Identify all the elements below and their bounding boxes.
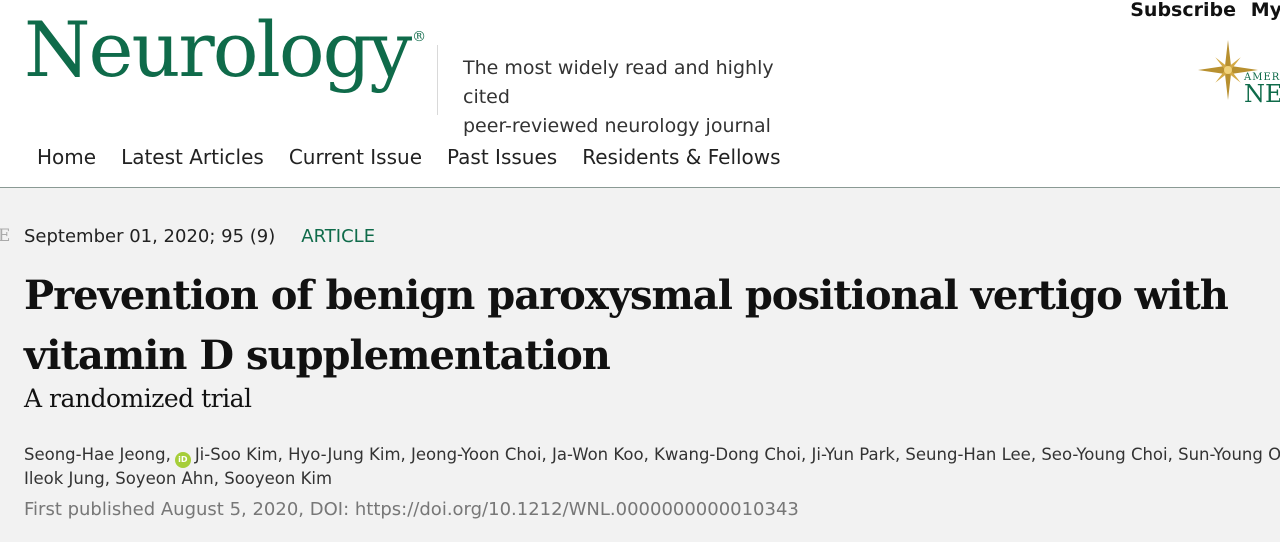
author-first[interactable]: Seong-Hae Jeong, [24, 445, 171, 464]
nav-past-issues[interactable]: Past Issues [447, 145, 557, 169]
nav-home[interactable]: Home [37, 145, 96, 169]
publication-info[interactable]: First published August 5, 2020, DOI: htt… [24, 499, 799, 520]
tagline-line-1: The most widely read and highly cited [463, 57, 774, 108]
author-line-2[interactable]: Ileok Jung, Soyeon Ahn, Sooyeon Kim [24, 468, 1280, 490]
article-title: Prevention of benign paroxysmal position… [24, 272, 1229, 379]
journal-tagline: The most widely read and highly cited pe… [463, 54, 823, 141]
registered-mark: ® [412, 29, 427, 45]
tagline-line-2: peer-reviewed neurology journal [463, 115, 771, 137]
author-list: Seong-Hae Jeong, iD Ji-Soo Kim, Hyo-Jung K… [24, 444, 1280, 490]
site-header: Neurology ® The most widely read and high… [0, 0, 1280, 188]
aan-logo-text-bottom: NE [1244, 80, 1280, 106]
aan-logo[interactable]: AMER NE [1196, 36, 1280, 106]
issue-date[interactable]: September 01, 2020; 95 (9) [24, 226, 275, 247]
article-meta: September 01, 2020; 95 (9) ARTICLE [24, 226, 375, 247]
nav-current-issue[interactable]: Current Issue [289, 145, 422, 169]
neurology-logo[interactable]: Neurology ® [24, 12, 426, 88]
orcid-icon[interactable]: iD [174, 452, 191, 468]
header-divider [437, 45, 438, 115]
article-header: E September 01, 2020; 95 (9) ARTICLE Prev… [0, 188, 1280, 542]
subscribe-link[interactable]: Subscribe [1130, 0, 1236, 21]
authors-rest[interactable]: Ji-Soo Kim, Hyo-Jung Kim, Jeong-Yoon Cho… [195, 445, 1280, 464]
edge-letter: E [0, 226, 11, 246]
author-line-1: Seong-Hae Jeong, iD Ji-Soo Kim, Hyo-Jung K… [24, 444, 1280, 468]
article-type: ARTICLE [301, 226, 376, 247]
nav-latest-articles[interactable]: Latest Articles [121, 145, 264, 169]
main-nav: Home Latest Articles Current Issue Past … [37, 145, 806, 169]
nav-residents-fellows[interactable]: Residents & Fellows [582, 145, 780, 169]
logo-text: Neurology [24, 5, 412, 94]
my-account-link[interactable]: My [1251, 0, 1280, 21]
article-subtitle: A randomized trial [24, 384, 252, 413]
